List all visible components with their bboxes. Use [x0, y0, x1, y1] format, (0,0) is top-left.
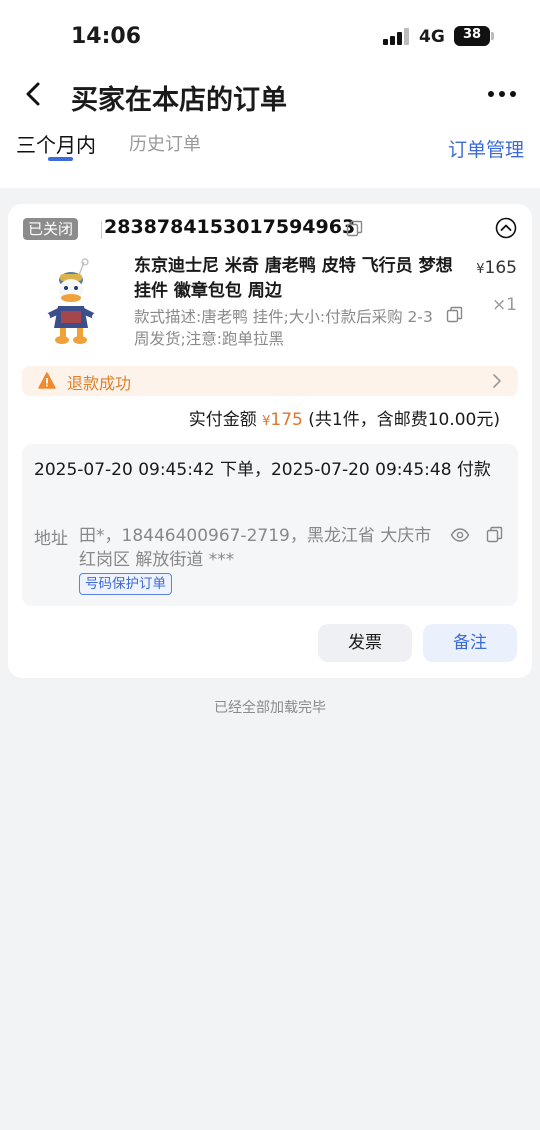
tab-active-indicator — [48, 157, 73, 161]
battery-icon: 38 — [454, 26, 490, 46]
order-number: 2838784153017594963 — [104, 216, 356, 238]
product-image[interactable] — [18, 256, 124, 352]
number-protection-tag: 号码保护订单 — [79, 573, 172, 595]
order-info-panel: 2025-07-20 09:45:42 下单，2025-07-20 09:45:… — [22, 444, 518, 606]
copy-icon[interactable] — [346, 220, 363, 237]
product-spec: 款式描述:唐老鸭 挂件;大小:付款后采购 2-3周发货;注意:跑单拉黑 — [134, 308, 433, 348]
address-text: 田*，18446400967-2719，黑龙江省 大庆市 红岗区 解放街道 **… — [79, 526, 432, 570]
divider — [101, 221, 102, 239]
copy-address-icon[interactable] — [486, 526, 503, 543]
remark-button[interactable]: 备注 — [423, 624, 517, 662]
warning-icon — [38, 372, 56, 389]
battery-level: 38 — [462, 27, 482, 42]
chevron-right-icon — [493, 374, 501, 388]
refund-status-bar[interactable]: 退款成功 — [22, 366, 518, 396]
refund-status-text: 退款成功 — [67, 374, 132, 393]
battery-cap — [491, 32, 494, 40]
invoice-button[interactable]: 发票 — [318, 624, 412, 662]
more-icon[interactable] — [487, 84, 519, 104]
eye-icon[interactable] — [450, 526, 470, 544]
copy-spec-icon[interactable] — [446, 306, 463, 323]
product-price: ¥165 — [476, 258, 517, 278]
signal-icon — [383, 28, 411, 45]
product-quantity: ×1 — [491, 295, 517, 315]
tab-three-months[interactable]: 三个月内 — [16, 129, 96, 158]
tab-history-orders[interactable]: 历史订单 — [129, 130, 201, 156]
product-title[interactable]: 东京迪士尼 米奇 唐老鸭 皮特 飞行员 梦想 挂件 徽章包包 周边 — [134, 254, 464, 304]
order-card: 已关闭 2838784153017594963 东京迪士尼 米奇 唐老鸭 皮特 … — [8, 204, 532, 678]
status-time: 14:06 — [71, 24, 142, 49]
order-manage-link[interactable]: 订单管理 — [448, 135, 524, 162]
address-label: 地址 — [34, 529, 68, 549]
network-type: 4G — [419, 27, 445, 47]
order-times: 2025-07-20 09:45:42 下单，2025-07-20 09:45:… — [34, 460, 491, 480]
load-complete-text: 已经全部加载完毕 — [214, 700, 326, 716]
collapse-up-icon[interactable] — [495, 217, 517, 239]
paid-amount-line: 实付金额 ¥175 (共1件，含邮费10.00元) — [188, 410, 500, 430]
page-title: 买家在本店的订单 — [71, 85, 287, 116]
back-icon[interactable] — [18, 78, 50, 110]
status-badge: 已关闭 — [23, 218, 79, 240]
